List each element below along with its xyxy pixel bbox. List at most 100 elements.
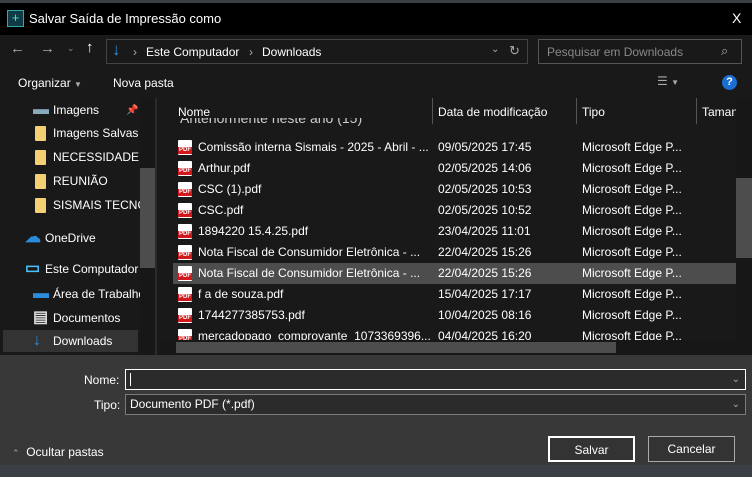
name-label: Nome: [84, 373, 120, 387]
chevron-down-icon[interactable]: ⌄ [732, 395, 740, 414]
sidebar-item-label: NECESSIDADE D [53, 150, 140, 164]
sidebar-scrollbar[interactable] [140, 98, 155, 355]
save-button[interactable]: Salvar [548, 436, 635, 462]
file-date: 22/04/2025 15:26 [438, 245, 532, 259]
up-button[interactable]: ↑ [86, 39, 94, 56]
column-data[interactable]: Data de modificação [438, 105, 547, 119]
file-date: 15/04/2025 17:17 [438, 287, 532, 301]
folder-icon [35, 198, 46, 213]
recent-dropdown[interactable]: ⌄ [67, 43, 75, 54]
back-button[interactable]: ← [10, 40, 25, 57]
group-header[interactable]: Anteriormente neste ano (15) [180, 118, 362, 126]
pictures-icon: ▬ [33, 101, 49, 118]
column-tipo[interactable]: Tipo [582, 105, 605, 119]
title-bar: + Salvar Saída de Impressão como X [0, 3, 752, 35]
file-type: Microsoft Edge P... [582, 161, 682, 175]
list-scrollbar[interactable] [736, 98, 752, 340]
document-icon: ▤ [33, 309, 49, 326]
pdf-file-icon [178, 182, 192, 197]
sidebar-item-label: OneDrive [45, 231, 96, 245]
sidebar-item-label: SISMAIS TECNOl [53, 198, 140, 212]
sidebar-item-imagens[interactable]: ▬ Imagens [0, 99, 140, 121]
file-row[interactable]: 1744277385753.pdf 10/04/2025 08:16 Microso… [173, 305, 736, 326]
download-icon: ↓ [33, 332, 41, 349]
file-type: Microsoft Edge P... [582, 140, 682, 154]
sidebar-item-downloads[interactable]: ↓ Downloads [3, 330, 138, 352]
sidebar-item-label: Imagens [53, 103, 100, 117]
file-row[interactable]: Arthur.pdf 02/05/2025 14:06 Microsoft Edge… [173, 158, 736, 179]
chevron-down-icon[interactable]: ⌄ [732, 370, 740, 389]
column-tamanho[interactable]: Tamanho [702, 105, 736, 119]
file-name: Nota Fiscal de Consumidor Eletrônica - .… [198, 245, 421, 259]
file-date: 02/05/2025 10:52 [438, 203, 532, 217]
search-icon: ⌕ [721, 43, 729, 58]
cancel-button[interactable]: Cancelar [648, 436, 735, 462]
sidebar-item-sismais-tecnol[interactable]: SISMAIS TECNOl [0, 194, 140, 216]
file-name: Comissão interna Sismais - 2025 - Abril … [198, 140, 429, 154]
refresh-icon[interactable]: ↻ [509, 43, 520, 59]
address-bar[interactable]: ↓ › Este Computador › Downloads ⌄ ↻ [106, 39, 528, 64]
file-row[interactable]: f a de souza.pdf 15/04/2025 17:17 Microsof… [173, 284, 736, 305]
file-name: 1744277385753.pdf [198, 308, 305, 322]
file-type: Microsoft Edge P... [582, 224, 682, 238]
file-name: 1894220 15.4.25.pdf [198, 224, 309, 238]
pdf-file-icon [178, 308, 192, 323]
address-dropdown-icon[interactable]: ⌄ [491, 44, 499, 55]
navigation-area: ← → ⌄ ↑ ↓ › Este Computador › Downloads … [0, 35, 752, 98]
pin-icon: 📌 [126, 105, 139, 116]
file-row[interactable]: Nota Fiscal de Consumidor Eletrônica - .… [173, 263, 736, 284]
pdf-file-icon [178, 266, 192, 281]
sidebar-item-label: Imagens Salvas [53, 126, 139, 140]
view-options-icon[interactable]: ☰ ▼ [657, 74, 679, 88]
file-row[interactable]: Nota Fiscal de Consumidor Eletrônica - .… [173, 242, 736, 263]
organize-menu[interactable]: Organizar ▼ [18, 76, 82, 90]
pdf-file-icon [178, 203, 192, 218]
file-date: 10/04/2025 08:16 [438, 308, 532, 322]
sidebar-item-imagens-salvas[interactable]: Imagens Salvas [0, 122, 140, 144]
file-row[interactable]: CSC.pdf 02/05/2025 10:52 Microsoft Edge P.… [173, 200, 736, 221]
content-area: ▬ Imagens Imagens Salvas NECESSIDADE D REUNI… [0, 98, 752, 355]
horizontal-scrollbar[interactable] [160, 340, 752, 355]
file-date: 09/05/2025 17:45 [438, 140, 532, 154]
file-date: 23/04/2025 11:01 [438, 224, 531, 238]
file-row[interactable]: Comissão interna Sismais - 2025 - Abril … [173, 137, 736, 158]
sidebar-item-este-computador[interactable]: ▭ Este Computador [0, 258, 140, 280]
search-placeholder: Pesquisar em Downloads [547, 45, 684, 59]
breadcrumb-este-computador[interactable]: Este Computador [146, 45, 239, 59]
help-button[interactable]: ? [722, 75, 737, 90]
file-type: Microsoft Edge P... [582, 182, 682, 196]
folder-icon [35, 126, 46, 141]
hide-folders-button[interactable]: ⌃ Ocultar pastas [12, 445, 104, 459]
file-row[interactable]: CSC (1).pdf 02/05/2025 10:53 Microsoft Edg… [173, 179, 736, 200]
file-date: 22/04/2025 15:26 [438, 266, 532, 280]
sidebar-item-reuni-o[interactable]: REUNIÃO [0, 170, 140, 192]
desktop-icon: ▬ [33, 285, 49, 302]
separator-icon: › [133, 45, 137, 59]
file-date: 02/05/2025 14:06 [438, 161, 532, 175]
app-icon: + [7, 10, 24, 27]
filename-input[interactable]: ⌄ [125, 369, 746, 390]
filetype-value: Documento PDF (*.pdf) [130, 397, 255, 411]
sidebar-item-documentos[interactable]: ▤ Documentos [0, 307, 140, 329]
forward-button[interactable]: → [40, 40, 55, 57]
save-panel: Nome: ⌄ Tipo: Documento PDF (*.pdf) ⌄ ⌃ … [0, 355, 752, 465]
file-row[interactable]: 1894220 15.4.25.pdf 23/04/2025 11:01 Micro… [173, 221, 736, 242]
filename-value [130, 373, 131, 387]
file-date: 02/05/2025 10:53 [438, 182, 532, 196]
file-type: Microsoft Edge P... [582, 203, 682, 217]
breadcrumb-downloads[interactable]: Downloads [262, 45, 321, 59]
folder-icon [35, 150, 46, 165]
sidebar-item--rea-de-trabalho[interactable]: ▬ Área de Trabalho [0, 283, 140, 305]
column-nome[interactable]: Nome [178, 105, 210, 119]
filetype-select[interactable]: Documento PDF (*.pdf) ⌄ [125, 394, 746, 415]
close-button[interactable]: X [732, 10, 741, 26]
sidebar-item-label: REUNIÃO [53, 174, 108, 188]
file-name: Arthur.pdf [198, 161, 251, 175]
sidebar-item-necessidade-d[interactable]: NECESSIDADE D [0, 146, 140, 168]
search-input[interactable]: Pesquisar em Downloads ⌕ [538, 39, 742, 64]
pdf-file-icon [178, 224, 192, 239]
pdf-file-icon [178, 287, 192, 302]
sidebar-item-onedrive[interactable]: ☁ OneDrive [0, 227, 140, 249]
new-folder-button[interactable]: Nova pasta [113, 76, 174, 90]
window-title: Salvar Saída de Impressão como [29, 11, 222, 26]
